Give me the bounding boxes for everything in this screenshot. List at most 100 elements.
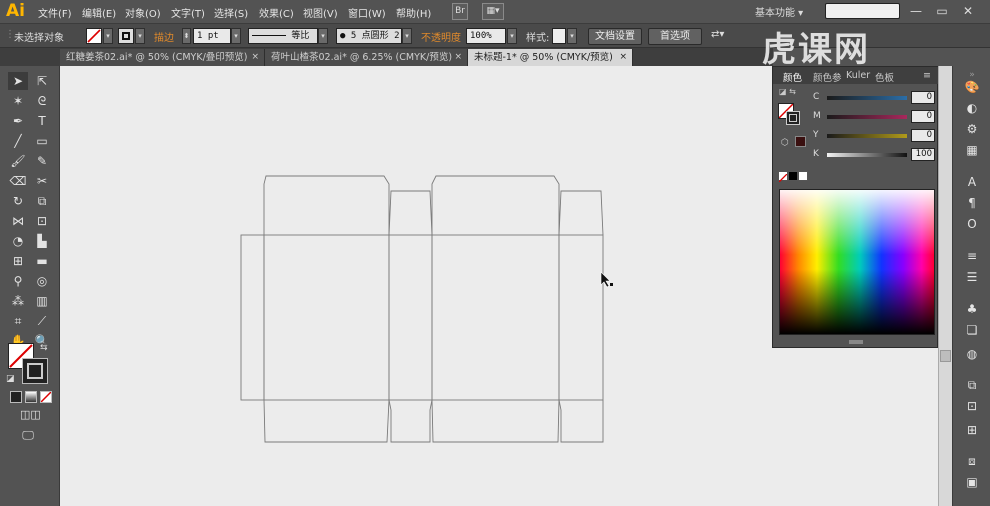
cyan-input[interactable]: 0 [911,91,935,104]
direct-selection-tool-icon[interactable]: ⇱ [32,72,52,90]
appearance-panel-icon[interactable]: ◍ [961,345,983,363]
stroke-color-box[interactable] [22,358,48,384]
arrange-documents-icon[interactable]: ▦▾ [482,3,504,20]
magic-wand-tool-icon[interactable]: ✶ [8,92,28,110]
menu-view[interactable]: 视图(V) [303,5,338,20]
tab-color-guide[interactable]: 颜色参 [813,70,842,84]
magenta-input[interactable]: 0 [911,110,935,123]
width-tool-icon[interactable]: ⋈ [8,212,28,230]
opentype-panel-icon[interactable]: O [961,215,983,233]
swap-fill-stroke-icon[interactable]: ⇆ [40,343,48,353]
mesh-tool-icon[interactable]: ⊞ [8,252,28,270]
panel-resize-handle[interactable] [849,340,863,344]
brush-dropdown-icon[interactable]: ▾ [402,28,412,44]
default-colors-icon[interactable]: ◪ ⇆ [779,87,796,96]
character-panel-icon[interactable]: A [961,173,983,191]
symbols-panel-icon[interactable]: ♣ [961,300,983,318]
paintbrush-tool-icon[interactable]: 🖌 [8,152,28,170]
menu-help[interactable]: 帮助(H) [396,5,431,20]
slice-tool-icon[interactable]: ⟋ [32,312,52,330]
shape-builder-tool-icon[interactable]: ◔ [8,232,28,250]
tab-close-icon[interactable]: × [454,49,462,66]
preferences-button[interactable]: 首选项 [648,28,702,45]
closest-color-swatch[interactable] [795,136,806,147]
links-panel-icon[interactable]: ⧈ [961,452,983,470]
stroke-weight-dropdown-icon[interactable]: ▾ [231,28,241,44]
drawing-mode-icon[interactable]: ◫◫ [20,406,41,424]
opacity-input[interactable]: 100% [466,28,506,44]
top-tuck-flap-outline[interactable] [263,175,390,235]
bottom-flap-outline[interactable] [431,399,560,443]
transform-panel-icon[interactable]: ⊞ [961,421,983,439]
gradient-tool-icon[interactable]: ▬ [32,252,52,270]
stroke-dropdown-icon[interactable]: ▾ [135,28,145,44]
perspective-grid-tool-icon[interactable]: ▙ [32,232,52,250]
selection-tool-icon[interactable]: ➤ [8,72,28,90]
color-spectrum-picker[interactable] [779,189,935,335]
variable-width-profile[interactable]: 等比 [248,28,318,44]
yellow-input[interactable]: 0 [911,129,935,142]
panel-stroke-box[interactable] [786,111,800,125]
tab-color[interactable]: 颜色 [783,70,802,84]
column-graph-tool-icon[interactable]: ▥ [32,292,52,310]
bridge-button[interactable]: Br [452,3,468,20]
type-tool-icon[interactable]: T [32,112,52,130]
white-swatch[interactable] [798,171,808,181]
fill-swatch[interactable] [86,28,102,44]
menu-effect[interactable]: 效果(C) [259,5,294,20]
cyan-slider[interactable] [827,96,907,100]
black-slider[interactable] [827,153,907,157]
stroke-weight-input[interactable]: 1 pt [193,28,231,44]
bottom-flap-outline[interactable] [263,399,390,443]
line-tool-icon[interactable]: ╱ [8,132,28,150]
eyedropper-tool-icon[interactable]: ⚲ [8,272,28,290]
profile-dropdown-icon[interactable]: ▾ [318,28,328,44]
front-panel-outline[interactable] [263,234,390,401]
none-swatch[interactable] [778,171,788,183]
symbol-sprayer-tool-icon[interactable]: ⁂ [8,292,28,310]
menu-type[interactable]: 文字(T) [171,5,205,20]
stroke-label[interactable]: 描边 [154,29,174,44]
rotate-tool-icon[interactable]: ↻ [8,192,28,210]
menu-edit[interactable]: 编辑(E) [82,5,116,20]
bottom-flap-outline[interactable] [558,399,604,443]
top-tuck-flap-outline[interactable] [431,175,560,235]
tab-kuler[interactable]: Kuler [846,70,870,81]
rectangle-tool-icon[interactable]: ▭ [32,132,52,150]
magenta-slider[interactable] [827,115,907,119]
tab-swatches[interactable]: 色板 [875,70,894,84]
tab-close-icon[interactable]: × [251,49,259,66]
black-input[interactable]: 100 [911,148,935,161]
minimize-icon[interactable]: — [905,2,927,20]
recolor-icon[interactable]: ⚙ [961,120,983,138]
side-panel-outline[interactable] [558,234,604,401]
gradient-mode-icon[interactable] [25,391,37,403]
opacity-label[interactable]: 不透明度 [421,29,461,44]
style-dropdown-icon[interactable]: ▾ [567,28,577,44]
workspace-switcher[interactable]: 基本功能 ▾ [755,4,803,19]
fill-dropdown-icon[interactable]: ▾ [103,28,113,44]
close-icon[interactable]: ✕ [957,2,979,20]
align-panel-icon[interactable]: ≡ [961,247,983,265]
help-search-input[interactable] [825,3,900,19]
glue-flap-outline[interactable] [240,234,265,401]
side-panel-outline[interactable] [388,234,433,401]
stroke-stepper-icon[interactable]: ⬍ [182,28,191,44]
navigator-panel-icon[interactable]: ▣ [961,473,983,491]
blend-tool-icon[interactable]: ◎ [32,272,52,290]
graphic-style-swatch[interactable] [552,28,566,44]
opacity-dropdown-icon[interactable]: ▾ [507,28,517,44]
document-setup-button[interactable]: 文档设置 [588,28,642,45]
tab-document-2[interactable]: 荷叶山楂茶02.ai* @ 6.25% (CMYK/预览) × [265,49,468,66]
top-dust-flap-outline[interactable] [388,190,433,236]
graphic-styles-icon[interactable]: ❏ [961,321,983,339]
free-transform-tool-icon[interactable]: ⊡ [32,212,52,230]
bottom-flap-outline[interactable] [388,399,433,443]
lasso-tool-icon[interactable]: ᘓ [32,92,52,110]
scissors-tool-icon[interactable]: ✂ [32,172,52,190]
pathfinder-panel-icon[interactable]: ☰ [961,268,983,286]
pen-tool-icon[interactable]: ✒ [8,112,28,130]
yellow-slider[interactable] [827,134,907,138]
tab-document-1[interactable]: 红糖姜茶02.ai* @ 50% (CMYK/叠印预览) × [60,49,265,66]
top-dust-flap-outline[interactable] [558,190,604,236]
